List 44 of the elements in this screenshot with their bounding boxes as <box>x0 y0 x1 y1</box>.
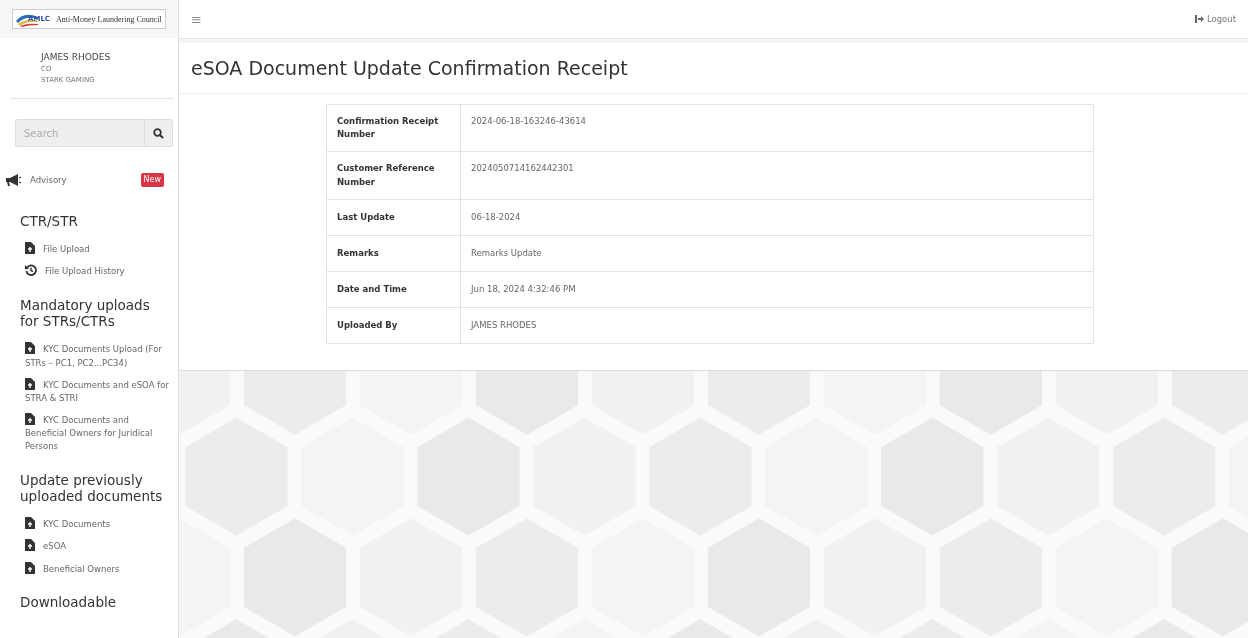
field-value: JAMES RHODES <box>460 307 1094 344</box>
field-value: Jun 18, 2024 4:32:46 PM <box>460 271 1094 308</box>
new-badge: New <box>140 173 164 188</box>
file-icon <box>25 342 35 355</box>
sidebar-link[interactable]: eSOA <box>6 535 170 558</box>
file-icon <box>25 539 35 552</box>
file-icon <box>25 561 35 574</box>
sidebar-link[interactable]: Beneficial Owners <box>6 557 170 580</box>
sidebar-link[interactable]: Advisory New <box>6 161 170 200</box>
file-icon <box>25 413 35 426</box>
field-label: Uploaded By <box>326 307 461 344</box>
field-value: 06-18-2024 <box>460 199 1094 236</box>
logo-name: Anti-Money Laundering Council <box>56 14 162 24</box>
field-label: Customer Reference Number <box>326 151 461 200</box>
search-icon <box>153 127 164 139</box>
field-label: Date and Time <box>326 271 461 308</box>
field-value: 2024050714162442301 <box>460 151 1094 200</box>
file-icon <box>25 242 35 255</box>
field-value: Remarks Update <box>460 235 1094 272</box>
search-button[interactable] <box>144 119 173 147</box>
logout-icon <box>1194 15 1204 23</box>
logout-button[interactable]: Logout <box>1194 14 1236 24</box>
field-label: Remarks <box>326 235 461 272</box>
sidebar-link[interactable]: KYC Documents and eSOA for STRA & STRI <box>6 373 170 410</box>
history-icon <box>25 264 37 277</box>
file-icon <box>25 517 35 530</box>
sidebar-link[interactable]: KYC Documents <box>6 513 170 536</box>
sidebar-link[interactable]: File Upload History <box>6 260 170 283</box>
section-heading: Update previously uploaded documents <box>20 471 164 506</box>
search-field[interactable]: Search <box>15 119 144 147</box>
field-value: 2024-06-18-163246-43614 <box>460 104 1094 152</box>
sidebar-link[interactable]: KYC Documents and Beneficial Owners for Juridical Persons <box>6 409 170 458</box>
section-heading: CTR/STR <box>20 213 79 231</box>
megaphone-icon <box>6 174 22 187</box>
field-label: Last Update <box>326 199 461 236</box>
sidebar-link[interactable]: File Upload <box>6 238 170 261</box>
section-heading: Mandatory uploads for STRs/CTRs <box>20 296 151 331</box>
page-title: eSOA Document Update Confirmation Receipt <box>191 57 629 79</box>
sidebar-link[interactable]: KYC Documents Upload (For STRs – PC1, PC2...PC34) <box>6 338 170 374</box>
field-label: Confirmation Receipt Number <box>326 104 461 152</box>
file-icon <box>25 377 35 390</box>
menu-button[interactable]: ≡ <box>191 11 202 27</box>
user-name: JAMES RHODES <box>41 52 111 62</box>
section-heading: Downloadable <box>20 593 117 611</box>
